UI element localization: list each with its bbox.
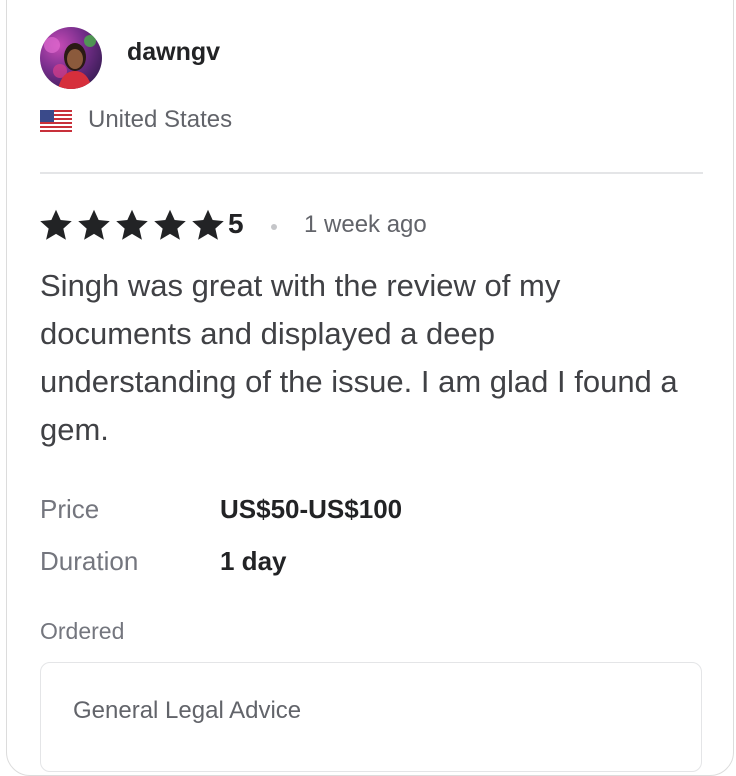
reviewer-username[interactable]: dawngv bbox=[127, 38, 220, 67]
review-text: Singh was great with the review of my do… bbox=[40, 268, 678, 447]
ordered-item-card[interactable]: General Legal Advice bbox=[40, 662, 702, 772]
star-icon bbox=[192, 209, 224, 240]
ordered-label: Ordered bbox=[40, 618, 125, 644]
reviewer-country: United States bbox=[88, 106, 233, 133]
price-label: Price bbox=[40, 494, 100, 524]
star-icon bbox=[116, 209, 148, 240]
ordered-item-title: General Legal Advice bbox=[73, 697, 302, 724]
price-value: US$50-US$100 bbox=[220, 494, 403, 524]
star-icon bbox=[154, 209, 186, 240]
us-flag-icon bbox=[40, 110, 72, 132]
star-icon bbox=[40, 209, 72, 240]
rating-stars bbox=[38, 207, 228, 243]
duration-label: Duration bbox=[40, 546, 139, 576]
reviewer-avatar[interactable] bbox=[40, 27, 102, 89]
duration-value: 1 day bbox=[220, 546, 287, 576]
separator-dot bbox=[271, 224, 277, 230]
divider bbox=[40, 172, 703, 174]
review-time: 1 week ago bbox=[304, 211, 427, 238]
star-icon bbox=[78, 209, 110, 240]
rating-value: 5 bbox=[228, 208, 244, 239]
